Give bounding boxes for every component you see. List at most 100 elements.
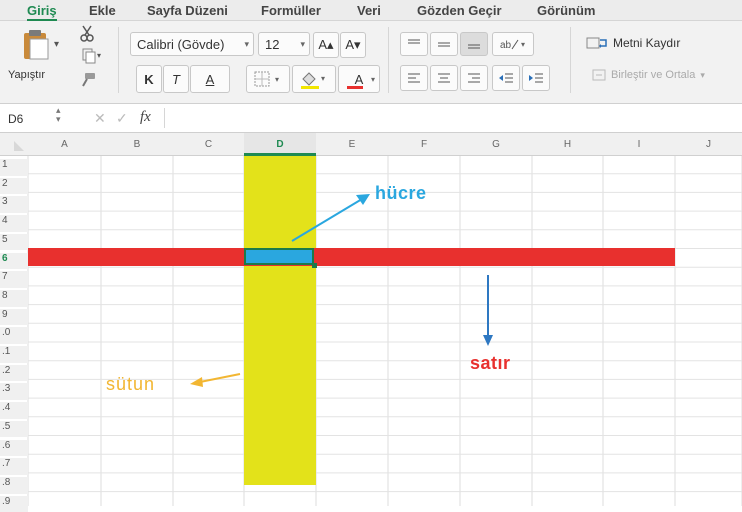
increase-indent-button[interactable] [522, 65, 550, 91]
name-box-stepper-icon[interactable]: ▴ ▾ [56, 106, 61, 124]
row-header[interactable]: .0 [0, 327, 28, 344]
row-header[interactable]: 5 [0, 233, 28, 251]
chevron-down-icon: ▾ [370, 74, 375, 84]
column-header-a[interactable]: A [28, 133, 101, 155]
paste-dropdown-icon[interactable]: ▾ [54, 39, 59, 50]
formula-bar: D6 ▴ ▾ ✕ ✓ fx [0, 104, 742, 133]
column-header-g[interactable]: G [460, 133, 532, 155]
chevron-down-icon: ▾ [300, 38, 305, 49]
formula-divider [164, 108, 165, 128]
paint-bucket-icon: ▾ [301, 72, 325, 89]
font-size-select[interactable]: 12 ▾ [258, 32, 310, 56]
ribbon-divider [570, 27, 571, 93]
row-header[interactable]: .7 [0, 458, 28, 475]
align-left-icon [408, 73, 420, 83]
tab-sayfa-duzeni[interactable]: Sayfa Düzeni [147, 3, 228, 18]
row-header[interactable]: .1 [0, 346, 28, 363]
column-header-c[interactable]: C [173, 133, 244, 155]
row-header[interactable]: .5 [0, 420, 28, 438]
formula-input[interactable] [170, 108, 730, 128]
svg-text:▾: ▾ [97, 51, 101, 60]
row-6-highlight [28, 248, 675, 266]
paste-label: Yapıştır [8, 69, 46, 81]
font-name-select[interactable]: Calibri (Gövde) ▾ [130, 32, 254, 56]
increase-indent-icon [529, 73, 543, 83]
row-label: satır [470, 353, 511, 373]
column-header-d[interactable]: D [244, 133, 316, 155]
wrap-text-button[interactable]: Metni Kaydır [586, 36, 680, 50]
row-header[interactable]: 9 [0, 308, 28, 326]
clipboard-icon [24, 30, 49, 60]
font-color-button[interactable]: A ▾ [338, 65, 380, 93]
italic-button[interactable]: T [163, 65, 189, 93]
align-middle-button[interactable] [430, 32, 458, 56]
merge-cells-icon [592, 69, 606, 81]
decrease-indent-button[interactable] [492, 65, 520, 91]
selected-cell-d6[interactable] [244, 248, 314, 265]
align-left-button[interactable] [400, 65, 428, 91]
align-bottom-button[interactable] [460, 32, 488, 56]
ribbon: ▾ Yapıştır ▾ Calibri (Gövde) ▾ 12 ▾ A▴ A… [0, 21, 742, 104]
confirm-icon[interactable]: ✓ [116, 110, 128, 127]
grow-font-button[interactable]: A▴ [313, 32, 339, 58]
chevron-down-icon: ▾ [700, 69, 705, 80]
ribbon-tabs: Giriş Ekle Sayfa Düzeni Formüller Veri G… [0, 0, 742, 21]
fill-color-button[interactable]: ▾ [292, 65, 336, 93]
column-header-j[interactable]: J [675, 133, 742, 155]
tab-ekle[interactable]: Ekle [89, 3, 116, 18]
align-bottom-icon [468, 44, 480, 49]
select-all-corner[interactable] [14, 141, 24, 151]
cell-label: hücre [375, 183, 427, 203]
fill-handle[interactable] [312, 263, 317, 268]
bold-button[interactable]: K [136, 65, 162, 93]
row-header[interactable]: 4 [0, 215, 28, 232]
grid-lines [0, 133, 742, 506]
align-right-button[interactable] [460, 65, 488, 91]
merge-center-button[interactable]: Birleştir ve Ortala ▾ [592, 69, 705, 81]
tab-gozden-gecir[interactable]: Gözden Geçir [417, 3, 502, 18]
tab-giris[interactable]: Giriş [27, 3, 57, 21]
column-header-e[interactable]: E [316, 133, 388, 155]
row-header[interactable]: 1 [0, 159, 28, 176]
row-header[interactable]: 7 [0, 271, 28, 288]
align-center-button[interactable] [430, 65, 458, 91]
tab-gorunum[interactable]: Görünüm [537, 3, 596, 18]
shrink-font-button[interactable]: A▾ [340, 32, 366, 58]
row-header[interactable]: 6 [0, 252, 28, 270]
column-header-h[interactable]: H [532, 133, 603, 155]
tab-formuller[interactable]: Formüller [261, 3, 321, 18]
ribbon-divider [388, 27, 389, 93]
row-header[interactable]: .4 [0, 402, 28, 419]
align-middle-icon [438, 42, 450, 47]
chevron-down-icon: ▾ [244, 38, 249, 49]
align-top-button[interactable] [400, 32, 428, 56]
underline-button[interactable]: A [190, 65, 230, 93]
cancel-icon[interactable]: ✕ [94, 110, 106, 127]
row-header[interactable]: 2 [0, 177, 28, 195]
ribbon-divider [118, 27, 119, 93]
active-column-indicator [244, 153, 316, 156]
format-painter-icon[interactable] [78, 71, 98, 89]
paste-button[interactable]: ▾ [14, 27, 59, 61]
svg-text:ab: ab [500, 40, 512, 51]
column-header-i[interactable]: I [603, 133, 675, 155]
row-header[interactable]: .6 [0, 439, 28, 457]
svg-text:▾: ▾ [275, 75, 279, 84]
column-header-f[interactable]: F [388, 133, 460, 155]
row-header[interactable]: .9 [0, 495, 28, 512]
wrap-text-icon [586, 37, 607, 49]
row-header[interactable]: .8 [0, 476, 28, 494]
borders-button[interactable]: ▾ [246, 65, 290, 93]
row-header[interactable]: 3 [0, 196, 28, 214]
scissors-icon[interactable] [78, 24, 96, 44]
name-box[interactable]: D6 [8, 112, 23, 126]
column-header-b[interactable]: B [101, 133, 173, 155]
decrease-indent-icon [499, 73, 513, 83]
function-icon[interactable]: fx [140, 109, 151, 126]
orientation-button[interactable]: ab ▾ [492, 32, 534, 56]
row-header[interactable]: .3 [0, 383, 28, 401]
row-header[interactable]: .2 [0, 364, 28, 382]
copy-icon[interactable]: ▾ [80, 47, 104, 65]
row-header[interactable]: 8 [0, 289, 28, 307]
tab-veri[interactable]: Veri [357, 3, 381, 18]
